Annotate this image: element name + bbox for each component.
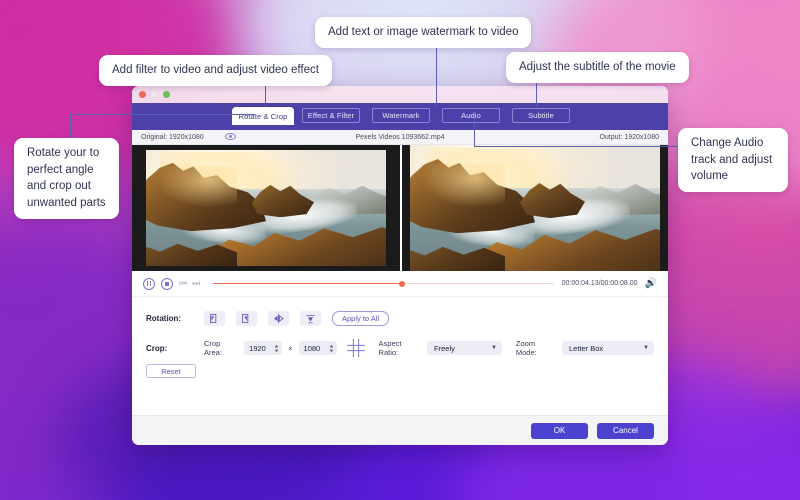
crop-row: Crop: Crop Area: 1920 × 1080 Aspect Rati…	[146, 339, 654, 357]
callout-rotate-crop: Rotate your to perfect angle and crop ou…	[14, 138, 119, 219]
flip-vertical-icon[interactable]	[300, 311, 321, 326]
zoom-mode-value: Letter Box	[569, 343, 604, 353]
crop-height-value: 1080	[303, 343, 321, 353]
callout-leader-line	[474, 146, 678, 147]
tab-label: Effect & Filter	[307, 111, 355, 120]
callout-audio: Change Audio track and adjust volume	[678, 128, 788, 193]
reset-button[interactable]: Reset	[146, 364, 196, 378]
video-scene-coastline	[146, 150, 386, 266]
zoom-mode-select[interactable]: Letter Box ▼	[562, 341, 654, 355]
tab-effect-filter[interactable]: Effect & Filter	[302, 108, 360, 123]
crop-height-stepper[interactable]: 1080	[298, 341, 337, 355]
time-display: 00:00:04.13/00:00:08.00	[561, 280, 638, 287]
output-preview-pane[interactable]	[400, 145, 668, 271]
tab-label: Audio	[461, 111, 481, 120]
rotation-row: Rotation: Apply to All	[146, 311, 654, 326]
video-editor-window: Rotate & Crop Effect & Filter Watermark …	[132, 86, 668, 445]
aspect-ratio-value: Freely	[434, 343, 455, 353]
tab-label: Watermark	[382, 111, 420, 120]
rotate-left-icon[interactable]	[204, 311, 225, 326]
cancel-button[interactable]: Cancel	[597, 422, 654, 439]
settings-panel: Rotation: Apply to All Crop: Crop Area: …	[132, 297, 668, 415]
tab-bar: Rotate & Crop Effect & Filter Watermark …	[132, 103, 668, 130]
callout-leader-line	[536, 80, 537, 106]
seek-slider[interactable]	[213, 278, 554, 290]
aspect-ratio-select[interactable]: Freely ▼	[427, 341, 502, 355]
output-resolution-label: Output: 1920x1080	[599, 133, 659, 141]
tab-label: Subtitle	[528, 111, 554, 120]
chevron-down-icon: ▼	[490, 345, 497, 351]
original-preview-pane[interactable]	[132, 145, 400, 271]
chevron-down-icon: ▼	[643, 345, 649, 351]
crop-label: Crop:	[146, 343, 168, 353]
apply-to-all-button[interactable]: Apply to All	[332, 311, 390, 326]
flip-horizontal-icon[interactable]	[268, 311, 289, 326]
callout-filter: Add filter to video and adjust video eff…	[99, 55, 332, 86]
pause-icon[interactable]	[143, 277, 155, 290]
next-frame-icon[interactable]: ⏭	[192, 278, 200, 289]
crop-width-value: 1920	[249, 343, 266, 353]
tab-label: Rotate & Crop	[238, 111, 288, 121]
zoom-mode-label: Zoom Mode:	[515, 339, 537, 357]
callout-leader-line	[70, 114, 255, 115]
close-window-button[interactable]	[139, 91, 146, 98]
reset-row: Reset	[146, 364, 654, 378]
apply-to-all-label: Apply to All	[342, 314, 380, 323]
original-video-frame	[146, 150, 386, 266]
previous-frame-icon[interactable]: ⏮	[179, 278, 187, 289]
tab-rotate-crop[interactable]: Rotate & Crop	[232, 107, 294, 125]
tab-audio[interactable]: Audio	[442, 108, 500, 123]
tab-watermark[interactable]: Watermark	[372, 108, 430, 123]
crop-area-label: Crop Area:	[204, 339, 222, 357]
window-titlebar	[132, 86, 668, 103]
desktop-background: Rotate & Crop Effect & Filter Watermark …	[0, 0, 800, 500]
video-scene-coastline	[410, 145, 660, 271]
callout-leader-line	[436, 44, 437, 106]
media-info-bar: Original: 1920x1080 Pexels Videos 109366…	[132, 130, 668, 145]
callout-leader-line	[474, 118, 475, 147]
rotate-right-icon[interactable]	[236, 311, 257, 326]
seek-fill	[213, 282, 403, 285]
callout-subtitle: Adjust the subtitle of the movie	[506, 52, 689, 83]
zoom-window-button[interactable]	[163, 91, 170, 98]
stepper-arrows-icon[interactable]	[329, 344, 334, 353]
minimize-window-button[interactable]	[151, 91, 158, 98]
stepper-arrows-icon[interactable]	[274, 344, 279, 353]
crop-handle-icon[interactable]	[346, 339, 365, 357]
ok-button[interactable]: OK	[531, 422, 588, 439]
aspect-ratio-label: Aspect Ratio:	[378, 339, 402, 357]
seek-handle[interactable]	[399, 280, 406, 287]
media-filename: Pexels Videos 1093662.mp4	[355, 133, 445, 141]
stop-icon[interactable]	[161, 277, 173, 290]
callout-watermark: Add text or image watermark to video	[315, 17, 532, 48]
crop-width-stepper[interactable]: 1920	[244, 341, 283, 355]
tab-subtitle[interactable]: Subtitle	[512, 108, 570, 123]
dialog-footer: OK Cancel	[132, 415, 668, 445]
reset-label: Reset	[161, 366, 181, 376]
dimension-separator: ×	[288, 343, 293, 353]
playback-controls: ⏮ ⏭ 00:00:04.13/00:00:08.00 🔊	[132, 271, 668, 297]
output-video-frame	[410, 145, 660, 271]
preview-area	[132, 145, 668, 271]
rotation-label: Rotation:	[146, 314, 182, 323]
volume-icon[interactable]: 🔊	[645, 278, 657, 289]
